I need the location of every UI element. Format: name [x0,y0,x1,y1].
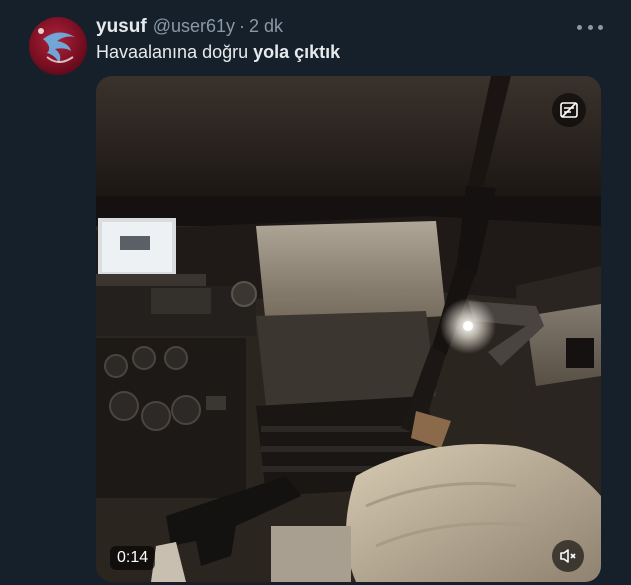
timestamp[interactable]: 2 dk [249,16,283,37]
user-handle[interactable]: @user61y [153,16,235,37]
more-dot [587,24,593,30]
settings-glyph-icon [560,102,578,118]
video-frame [96,76,601,582]
tweet-header: yusuf @user61y · 2 dk [96,16,283,40]
video-duration: 0:14 [110,546,156,570]
video-player[interactable]: 0:14 [96,76,601,582]
tweet-text-bold: yola çıktık [253,42,341,62]
tweet-text: Havaalanına doğru yola çıktık [96,42,340,63]
media-settings-icon[interactable] [552,93,586,127]
more-options-icon[interactable] [577,20,603,34]
tweet-text-plain: Havaalanına doğru [96,42,254,62]
header-separator: · [239,16,245,36]
avatar-logo-icon [38,28,75,63]
more-dot [577,24,582,30]
mute-button[interactable] [552,540,584,572]
more-dot [598,24,603,30]
muted-speaker-icon [560,549,576,563]
display-name[interactable]: yusuf [96,16,147,38]
avatar[interactable] [29,17,87,75]
tweet-card: yusuf @user61y · 2 dk Havaalanına doğru … [0,0,631,585]
